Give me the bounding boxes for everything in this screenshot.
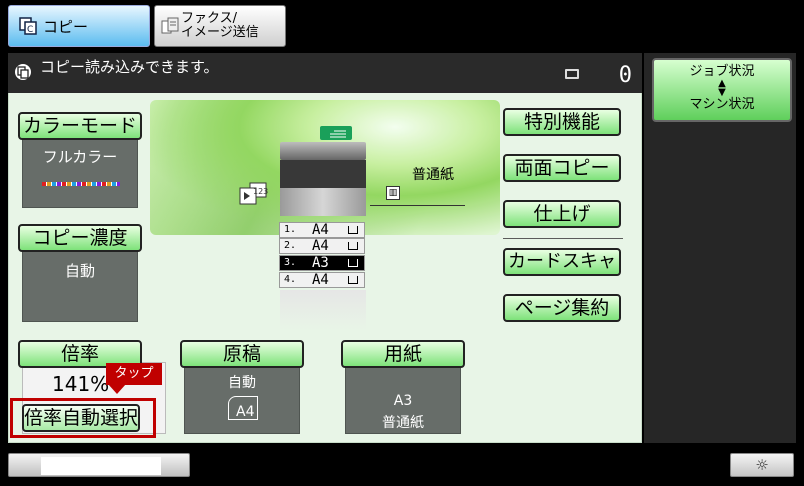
tray-size: A3 (312, 255, 329, 271)
tray-size: A4 (312, 272, 329, 288)
tray-number: 4. (284, 274, 297, 285)
ratio-value: 141% (52, 372, 110, 396)
tray-number: 2. (284, 240, 297, 251)
paper-select-button[interactable]: 用紙 (341, 340, 465, 368)
fax-send-icon (161, 17, 179, 35)
tap-highlight-box (10, 398, 156, 438)
scanner-indicator-icon (320, 126, 352, 140)
tab-fax-label-line2: イメージ送信 (181, 25, 259, 40)
tray-number: 1. (284, 224, 297, 235)
color-gradient-bar (42, 182, 120, 186)
copy-density-button[interactable]: コピー濃度 (18, 224, 142, 252)
progress-fill (41, 457, 161, 475)
tab-copy-label: コピー (43, 17, 89, 36)
copy-icon: C (19, 17, 37, 35)
tray-paper-icon (348, 259, 358, 267)
color-mode-value: フルカラー (42, 148, 118, 166)
machine-status-label: マシン状況 (689, 97, 755, 112)
output-tray-line (370, 205, 465, 206)
card-scan-button[interactable]: カードスキャ (503, 248, 621, 276)
svg-text:123: 123 (253, 187, 268, 196)
color-mode-button[interactable]: カラーモード (18, 112, 142, 140)
paper-tray-2[interactable]: 2. A4 (279, 238, 365, 254)
paper-tray-1[interactable]: 1. A4 (279, 222, 365, 238)
duplex-copy-button[interactable]: 両面コピー (503, 154, 621, 182)
tray-paper-icon (348, 226, 358, 234)
finishing-button[interactable]: 仕上げ (503, 200, 621, 228)
tray-paper-icon (348, 276, 358, 284)
density-value: 自動 (64, 262, 95, 280)
tab-copy[interactable]: C コピー (8, 5, 150, 47)
tray-size: A4 (312, 238, 329, 254)
paper-type: 普通紙 (382, 415, 424, 431)
tab-fax-label-line1: ファクス/ (181, 11, 237, 26)
page-combine-button[interactable]: ページ集約 (503, 294, 621, 322)
status-message: コピー読み込みできます。 (40, 58, 219, 76)
copy-status-icon (14, 63, 32, 85)
original-value: 自動 (228, 375, 256, 391)
job-status-label: ジョブ状況 (689, 64, 755, 79)
tray-number: 3. (284, 257, 297, 268)
switch-arrows-icon: ▲ ▼ (718, 78, 726, 98)
original-size: A4 (236, 404, 255, 420)
tray-size: A4 (312, 222, 329, 238)
paper-tray-3[interactable]: 3. A3 (279, 255, 365, 271)
divider (503, 238, 623, 239)
sun-icon: ☼ (755, 456, 769, 474)
paper-size: A3 (393, 393, 413, 409)
original-docs-icon: 123 (238, 182, 272, 210)
brightness-button[interactable]: ☼ (730, 453, 794, 477)
job-queue-icon (565, 69, 579, 79)
special-functions-button[interactable]: 特別機能 (503, 108, 621, 136)
status-bar: コピー読み込みできます。 0 (8, 53, 642, 93)
svg-text:C: C (27, 25, 33, 35)
job-count: 0 (618, 63, 632, 88)
system-progress-bar (8, 453, 190, 477)
original-button[interactable]: 原稿 (180, 340, 304, 368)
job-status-button[interactable]: ジョブ状況 ▲ ▼ マシン状況 (652, 58, 792, 122)
tray-paper-icon (348, 242, 358, 250)
finisher-icon: ▥ (386, 186, 400, 200)
output-paper-type: 普通紙 (412, 167, 454, 183)
paper-tray-4[interactable]: 4. A4 (279, 272, 365, 288)
tab-fax-image-send[interactable]: ファクス/ イメージ送信 (154, 5, 286, 47)
tap-hint-badge: タップ (106, 363, 162, 394)
